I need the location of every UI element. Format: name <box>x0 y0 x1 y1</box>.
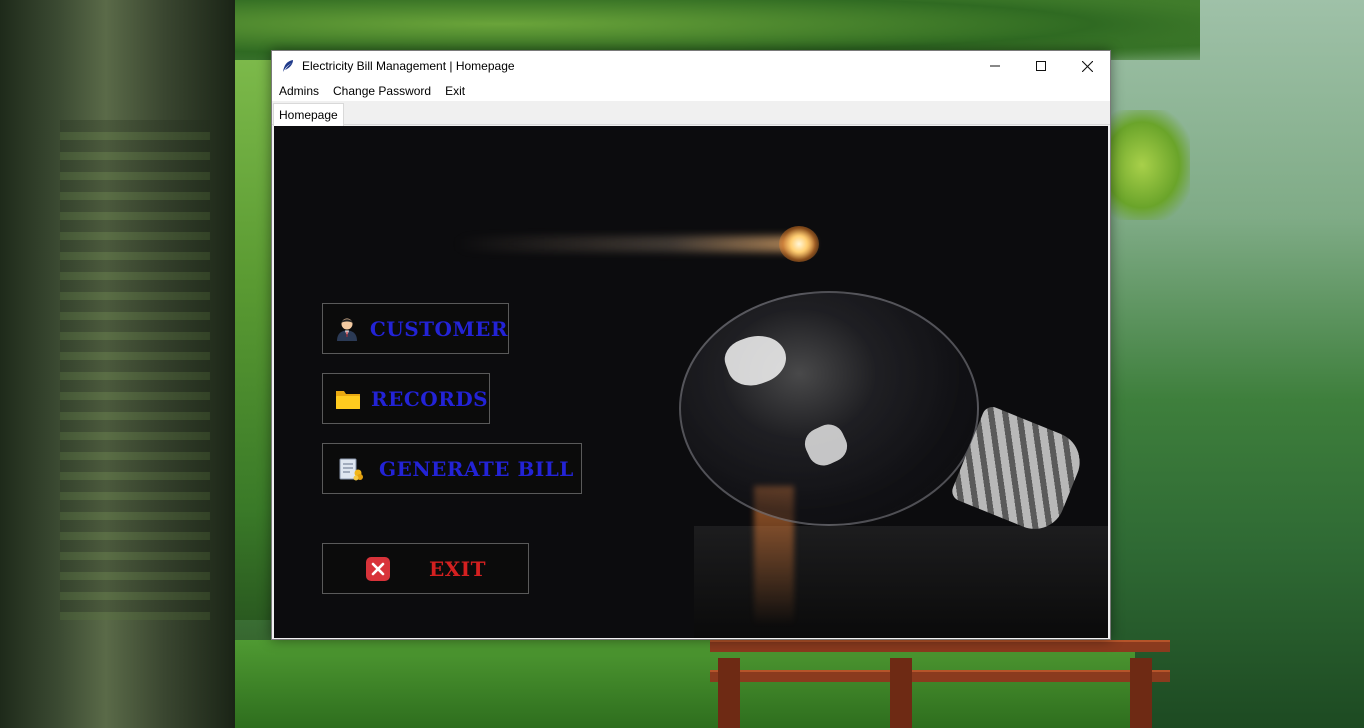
app-window: Electricity Bill Management | Homepage A… <box>271 50 1111 640</box>
window-title: Electricity Bill Management | Homepage <box>302 59 515 73</box>
menu-bar: Admins Change Password Exit <box>272 81 1110 101</box>
wallpaper-bench <box>710 640 1170 728</box>
minimize-icon <box>990 65 1000 67</box>
tab-strip: Homepage <box>272 101 1110 126</box>
light-glow <box>779 226 819 262</box>
customer-icon <box>333 314 362 344</box>
homepage-panel: CUSTOMER RECORDS GENERATE BILL EXIT <box>274 126 1108 638</box>
title-bar[interactable]: Electricity Bill Management | Homepage <box>272 51 1110 81</box>
customer-button[interactable]: CUSTOMER <box>322 303 509 354</box>
wallpaper-leaves-right <box>1110 110 1190 220</box>
generate-bill-label: GENERATE BILL <box>379 456 574 481</box>
close-button[interactable] <box>1064 51 1110 81</box>
records-label: RECORDS <box>371 386 489 411</box>
bill-icon <box>335 454 365 484</box>
maximize-icon <box>1036 61 1046 71</box>
maximize-button[interactable] <box>1018 51 1064 81</box>
light-bulb-image <box>679 291 979 526</box>
customer-label: CUSTOMER <box>369 316 508 341</box>
menu-change-password[interactable]: Change Password <box>326 84 438 98</box>
menu-admins[interactable]: Admins <box>272 84 326 98</box>
menu-exit[interactable]: Exit <box>438 84 472 98</box>
generate-bill-button[interactable]: GENERATE BILL <box>322 443 582 494</box>
close-icon <box>1081 60 1093 72</box>
light-trail <box>454 236 814 252</box>
window-controls <box>972 51 1110 81</box>
close-icon <box>363 554 393 584</box>
tab-homepage[interactable]: Homepage <box>273 103 344 126</box>
wallpaper-moss <box>60 120 210 620</box>
minimize-button[interactable] <box>972 51 1018 81</box>
records-button[interactable]: RECORDS <box>322 373 490 424</box>
feather-icon <box>280 58 296 74</box>
folder-icon <box>333 384 363 414</box>
exit-label: EXIT <box>429 556 486 581</box>
exit-button[interactable]: EXIT <box>322 543 529 594</box>
